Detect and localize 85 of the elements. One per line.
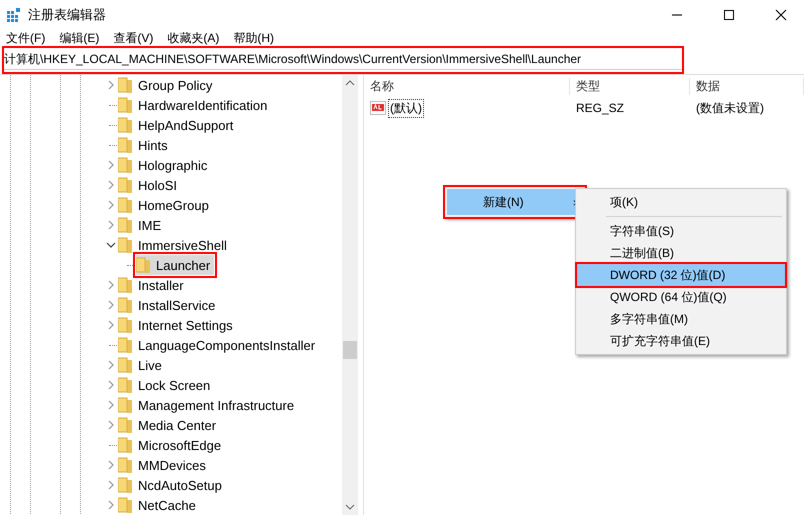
close-icon <box>775 9 787 21</box>
menu-item[interactable]: 二进制值(B) <box>577 242 785 264</box>
folder-icon <box>136 257 150 273</box>
chevron-right-icon[interactable] <box>108 360 114 370</box>
menu-item[interactable]: 编辑(E) <box>59 30 100 46</box>
tree-item[interactable]: NcdAutoSetup <box>118 475 226 495</box>
menu-item[interactable]: 帮助(H) <box>233 30 274 46</box>
menu-item[interactable]: QWORD (64 位)值(Q) <box>577 286 785 308</box>
string-value-icon <box>370 101 386 115</box>
folder-icon <box>118 217 132 233</box>
menu-item[interactable]: 多字符串值(M) <box>577 308 785 330</box>
chevron-right-icon[interactable] <box>108 500 114 510</box>
tree-item[interactable]: Group Policy <box>118 75 216 95</box>
chevron-right-icon[interactable] <box>108 420 114 430</box>
chevron-right-icon[interactable] <box>108 80 114 90</box>
tree-item[interactable]: HelpAndSupport <box>118 115 238 135</box>
chevron-right-icon[interactable] <box>108 460 114 470</box>
tree-item[interactable]: NetCache <box>118 495 200 515</box>
tree-item[interactable]: Media Center <box>118 415 220 435</box>
folder-icon <box>118 97 132 113</box>
tree-item[interactable]: MicrosoftEdge <box>118 435 226 455</box>
maximize-icon <box>723 9 735 21</box>
folder-icon <box>118 137 132 153</box>
folder-icon <box>118 377 132 393</box>
folder-icon <box>118 317 132 333</box>
chevron-right-icon[interactable] <box>108 380 114 390</box>
tree-item[interactable]: Management Infrastructure <box>118 395 298 415</box>
tree-item[interactable]: ImmersiveShell <box>118 235 231 255</box>
tree-item[interactable]: Hints <box>118 135 172 155</box>
menu-item[interactable]: DWORD (32 位)值(D) <box>577 264 785 286</box>
tree-item[interactable]: InstallService <box>118 295 220 315</box>
address-bar[interactable]: 计算机\HKEY_LOCAL_MACHINE\SOFTWARE\Microsoft\Windows\CurrentVersion\ImmersiveShell\Launcher <box>2 46 684 74</box>
tree-item[interactable]: HomeGroup <box>118 195 213 215</box>
menu-item[interactable]: 可扩充字符串值(E) <box>577 330 785 352</box>
chevron-right-icon[interactable] <box>108 280 114 290</box>
menu-item[interactable]: 收藏夹(A) <box>167 30 220 46</box>
folder-icon <box>118 77 132 93</box>
column-header[interactable]: 类型 <box>570 78 690 94</box>
folder-icon <box>118 177 132 193</box>
chevron-right-icon[interactable] <box>108 220 114 230</box>
chevron-right-icon[interactable] <box>108 160 114 170</box>
folder-icon <box>118 297 132 313</box>
column-header[interactable]: 名称 <box>364 78 570 94</box>
chevron-right-icon[interactable] <box>108 200 114 210</box>
tree-item[interactable]: HoloSI <box>118 175 182 195</box>
folder-icon <box>118 477 132 493</box>
menu-item[interactable]: 文件(F) <box>6 30 46 46</box>
tree-item[interactable]: LanguageComponentsInstaller <box>118 335 320 355</box>
tree-item[interactable]: Internet Settings <box>118 315 237 335</box>
tree-item[interactable]: Installer <box>118 275 188 295</box>
folder-icon <box>118 437 132 453</box>
registry-editor-icon <box>6 7 22 23</box>
chevron-right-icon[interactable] <box>108 480 114 490</box>
menu-item[interactable]: 查看(V) <box>113 30 154 46</box>
tree-item[interactable]: MMDevices <box>118 455 210 475</box>
tree-item[interactable]: HardwareIdentification <box>118 95 272 115</box>
scrollbar[interactable] <box>342 75 358 515</box>
tree-item[interactable]: Launcher <box>136 255 214 275</box>
folder-icon <box>118 277 132 293</box>
tree-item[interactable]: Live <box>118 355 166 375</box>
chevron-down-icon[interactable] <box>106 242 116 248</box>
folder-icon <box>118 197 132 213</box>
folder-icon <box>118 397 132 413</box>
window-title: 注册表编辑器 <box>28 6 107 24</box>
value-name[interactable]: (默认) <box>388 98 424 118</box>
table-cell-text: (数值未设置) <box>695 100 765 116</box>
tree-item[interactable]: Holographic <box>118 155 212 175</box>
folder-icon <box>118 117 132 133</box>
tree-item[interactable]: Lock Screen <box>118 375 214 395</box>
folder-icon <box>118 337 132 353</box>
folder-icon <box>118 417 132 433</box>
chevron-right-icon[interactable] <box>108 180 114 190</box>
folder-icon <box>118 497 132 513</box>
column-header[interactable]: 数据 <box>690 78 804 94</box>
chevron-right-icon[interactable] <box>108 320 114 330</box>
scrollbar-thumb[interactable] <box>343 341 357 359</box>
folder-icon <box>118 457 132 473</box>
folder-icon <box>118 237 132 253</box>
folder-icon <box>118 157 132 173</box>
chevron-right-icon[interactable] <box>108 300 114 310</box>
chevron-right-icon[interactable] <box>108 400 114 410</box>
tree-item[interactable]: IME <box>118 215 166 235</box>
menu-item[interactable]: 字符串值(S) <box>577 220 785 242</box>
folder-icon <box>118 357 132 373</box>
table-cell-text: REG_SZ <box>575 101 626 115</box>
